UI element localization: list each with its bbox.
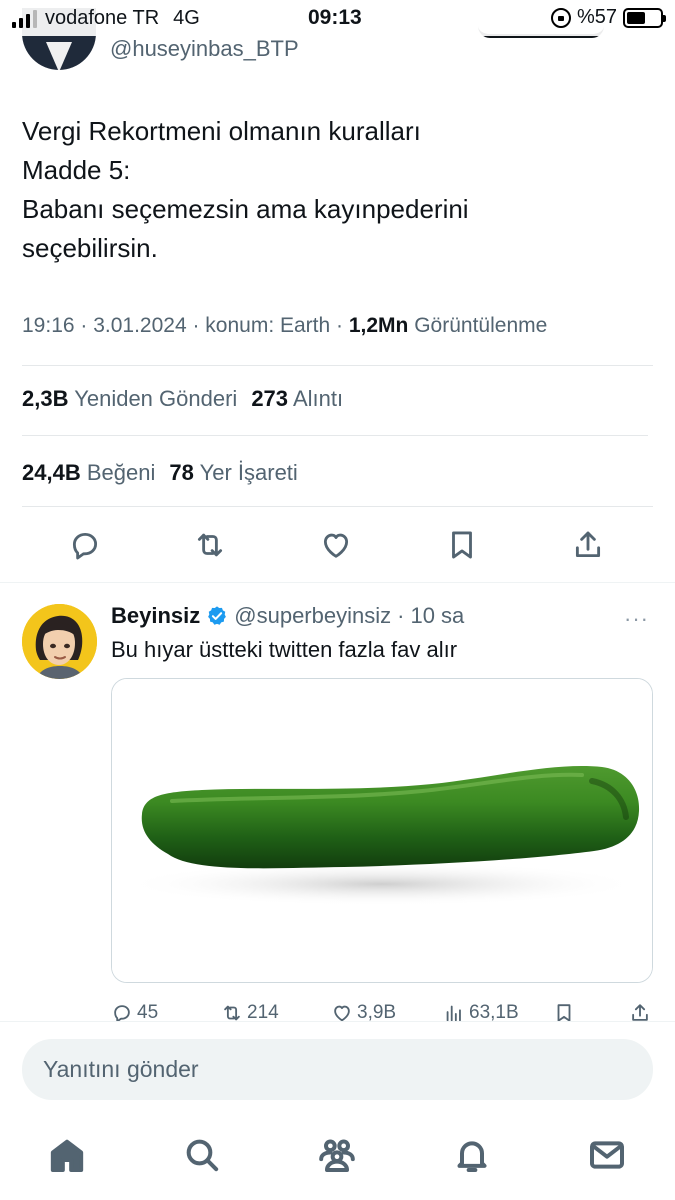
bookmark-button[interactable] xyxy=(444,528,480,562)
nav-messages[interactable] xyxy=(587,1135,627,1175)
clock: 09:13 xyxy=(308,6,362,29)
reply-text: Bu hıyar üstteki twitten fazla fav alır xyxy=(111,637,458,662)
bookmarks-label: Yer İşareti xyxy=(199,460,298,485)
reply-icon xyxy=(72,532,98,560)
quotes-link[interactable]: 273 Alıntı xyxy=(251,386,343,411)
share-icon xyxy=(575,531,601,558)
likes-link[interactable]: 24,4B Beğeni xyxy=(22,460,155,485)
tweet-meta: 19:16 · 3.01.2024 · konum: Earth · 1,2Mn… xyxy=(22,314,547,338)
stats-row-reposts: 2,3B Yeniden Gönderi 273 Alıntı xyxy=(22,386,343,412)
reply-time[interactable]: 10 sa xyxy=(410,603,464,629)
share-button[interactable] xyxy=(570,528,606,562)
tweet-text-line: seçebilirsin. xyxy=(22,233,158,263)
separator: · xyxy=(397,603,405,628)
reply-composer-input[interactable]: Yanıtını gönder xyxy=(22,1039,653,1100)
repost-icon xyxy=(197,533,223,557)
search-icon xyxy=(186,1139,219,1172)
reply-handle[interactable]: @superbeyinsiz xyxy=(234,603,391,629)
bookmarks-count: 78 xyxy=(169,460,194,485)
likes-label: Beğeni xyxy=(86,460,156,485)
reposts-label: Yeniden Gönderi xyxy=(74,386,238,411)
like-button[interactable] xyxy=(318,528,354,562)
tweet-timestamp-location: 19:16 · 3.01.2024 · konum: Earth · xyxy=(22,314,349,337)
nav-search[interactable] xyxy=(182,1135,222,1175)
tweet-text: Vergi Rekortmeni olmanın kuralları Madde… xyxy=(22,112,642,268)
views-count: 1,2Mn xyxy=(348,314,409,337)
views-label: Görüntülenme xyxy=(414,314,548,337)
tweet-text-line: Vergi Rekortmeni olmanın kuralları xyxy=(22,116,421,146)
divider xyxy=(0,582,675,583)
reply-avatar[interactable] xyxy=(22,604,97,679)
reposts-link[interactable]: 2,3B Yeniden Gönderi xyxy=(22,386,237,411)
repost-button[interactable] xyxy=(192,528,228,562)
battery-icon xyxy=(623,7,666,28)
notifications-icon xyxy=(457,1141,487,1172)
carrier-name: vodafone TR xyxy=(45,7,160,29)
nav-communities[interactable] xyxy=(317,1135,357,1175)
status-bar-right: %57 xyxy=(550,6,666,29)
status-bar: vodafone TR 4G 09:13 %57 xyxy=(0,0,675,36)
network-type: 4G xyxy=(173,7,200,29)
communities-icon xyxy=(319,1139,355,1172)
like-icon xyxy=(323,533,349,558)
bookmark-icon xyxy=(452,531,472,559)
more-options-icon[interactable]: ··· xyxy=(624,606,649,632)
verified-badge-icon xyxy=(208,606,227,625)
orientation-lock-icon xyxy=(550,7,571,28)
reply-button[interactable] xyxy=(67,528,103,562)
cucumber-image xyxy=(112,679,652,982)
home-icon xyxy=(50,1139,84,1172)
author-handle[interactable]: @huseyinbas_BTP xyxy=(110,36,299,62)
divider xyxy=(22,365,653,366)
status-bar-left: vodafone TR 4G xyxy=(12,7,200,30)
reply-image[interactable] xyxy=(111,678,653,983)
tweet-text-line: Babanı seçemezsin ama kayınpederini xyxy=(22,194,469,224)
quotes-label: Alıntı xyxy=(292,386,344,411)
nav-home[interactable] xyxy=(47,1135,87,1175)
stats-row-likes: 24,4B Beğeni 78 Yer İşareti xyxy=(22,460,298,486)
divider xyxy=(22,506,653,507)
messages-icon xyxy=(590,1141,624,1169)
bookmarks-link[interactable]: 78 Yer İşareti xyxy=(169,460,297,485)
reply-header: Beyinsiz @superbeyinsiz · 10 sa xyxy=(111,603,464,629)
divider xyxy=(22,435,648,436)
tweet-text-line: Madde 5: xyxy=(22,155,131,185)
signal-icon xyxy=(12,9,37,28)
quotes-count: 273 xyxy=(251,386,289,411)
nav-notifications[interactable] xyxy=(452,1135,492,1175)
reposts-count: 2,3B xyxy=(22,386,69,411)
reply-display-name[interactable]: Beyinsiz xyxy=(111,603,200,629)
likes-count: 24,4B xyxy=(22,460,81,485)
battery-percent: %57 xyxy=(576,6,617,28)
